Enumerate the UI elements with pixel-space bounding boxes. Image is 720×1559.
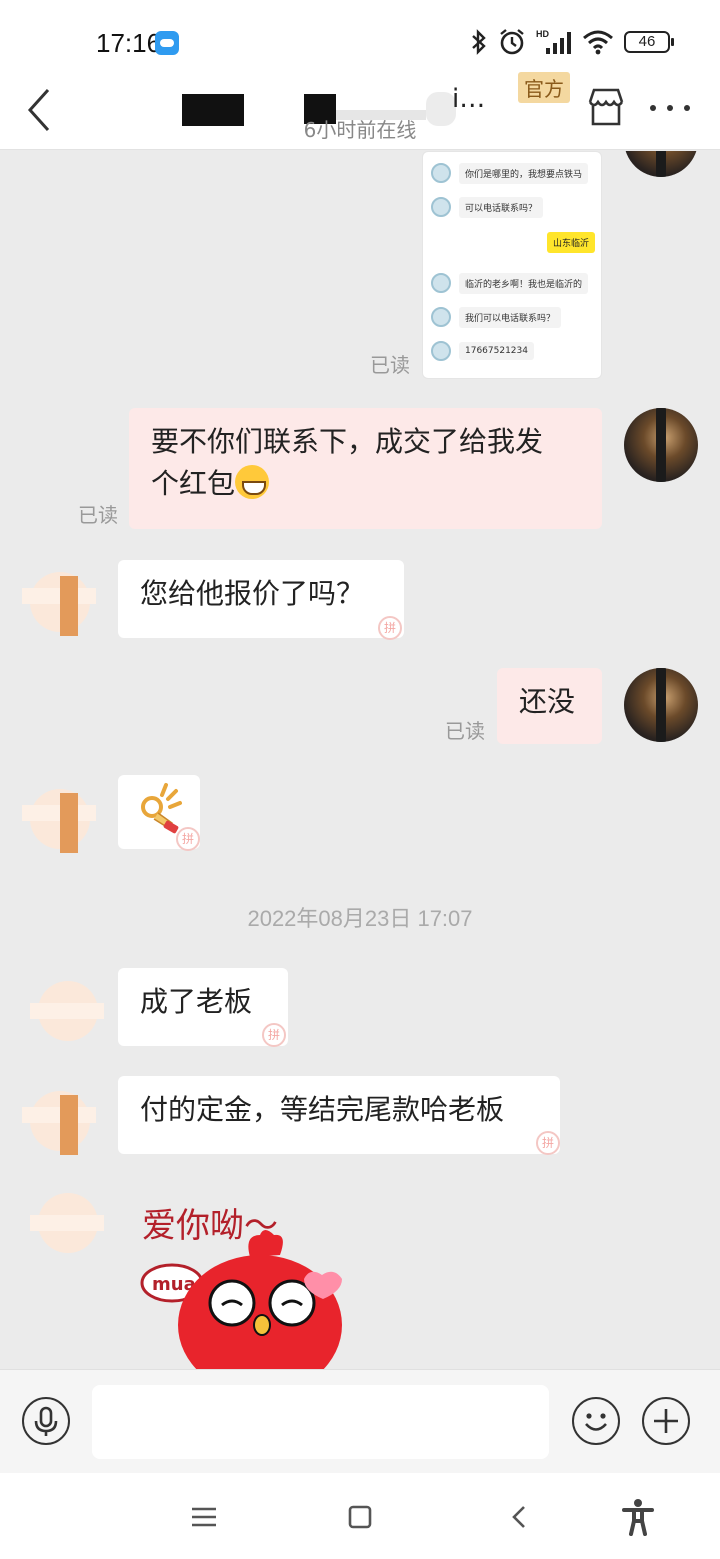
voice-input-button[interactable] [22, 1397, 70, 1445]
home-icon[interactable] [342, 1501, 378, 1533]
chat-messages[interactable]: 你们是哪里的，我想要点铁马 可以电话联系吗？ 山东临沂 临沂的老乡啊！我也是临沂… [0, 151, 720, 1369]
wifi-icon [583, 30, 613, 55]
watermark-icon: 拼 [262, 1023, 286, 1047]
smiley-icon [585, 1413, 607, 1431]
list-item: 可以电话联系吗？ [431, 194, 544, 220]
contact-avatar[interactable] [30, 973, 104, 1047]
contact-avatar[interactable] [22, 564, 96, 638]
read-receipt: 已读 [370, 353, 410, 377]
official-badge: 官方 [518, 72, 570, 103]
message-bubble[interactable]: 付的定金，等结完尾款哈老板 [118, 1076, 560, 1154]
my-avatar[interactable] [624, 668, 698, 742]
avatar [431, 273, 451, 293]
avatar [431, 163, 451, 183]
status-time: 17:16 [96, 28, 162, 58]
avatar [431, 341, 451, 361]
avatar [431, 197, 451, 217]
message-bubble[interactable]: 还没 [497, 668, 602, 744]
status-icons: HD 46 [470, 26, 674, 58]
image-message[interactable]: 你们是哪里的，我想要点铁马 可以电话联系吗？ 山东临沂 临沂的老乡啊！我也是临沂… [422, 151, 602, 379]
status-bar: 17:16 HD 46 [0, 0, 720, 80]
red-bird-sticker-icon: 爱你呦～ mua [140, 1206, 342, 1369]
read-receipt: 已读 [445, 719, 485, 743]
emoji-button[interactable] [572, 1397, 620, 1445]
grin-emoji-icon [235, 465, 270, 499]
message-text: 您给他报价了吗？ [140, 577, 365, 610]
store-icon[interactable] [585, 86, 627, 128]
message-timestamp: 2022年08月23日 17:07 [247, 906, 473, 931]
watermark-icon: 拼 [176, 827, 200, 851]
chat-title: i… [452, 84, 486, 114]
my-avatar[interactable] [624, 151, 698, 177]
message-input[interactable] [92, 1385, 549, 1459]
contact-avatar[interactable] [22, 1083, 96, 1157]
system-navigation-bar [0, 1473, 720, 1559]
read-receipt: 已读 [78, 503, 118, 527]
message-text: 个红包 [151, 467, 236, 500]
message-bubble[interactable]: 要不你们联系下，成交了给我发 个红包 [129, 408, 602, 529]
accessibility-icon[interactable] [618, 1497, 658, 1537]
list-item: 你们是哪里的，我想要点铁马 [431, 160, 589, 186]
cloud-icon [155, 31, 179, 55]
bluetooth-icon [472, 29, 486, 55]
signal-icon: HD [536, 29, 571, 54]
input-bar [0, 1369, 720, 1473]
more-icon[interactable] [648, 96, 692, 120]
watermark-icon: 拼 [536, 1131, 560, 1155]
message-text: 还没 [519, 685, 576, 718]
message-bubble[interactable]: 您给他报价了吗？ [118, 560, 404, 638]
list-item: 临沂的老乡啊！我也是临沂的 [431, 270, 589, 296]
svg-text:HD: HD [536, 29, 549, 39]
back-nav-icon[interactable] [502, 1501, 538, 1533]
plus-icon [654, 1409, 678, 1433]
list-item: 17667521234 [431, 338, 534, 364]
microphone-icon [34, 1406, 58, 1436]
battery-icon: 46 [624, 31, 674, 53]
contact-avatar[interactable] [22, 781, 96, 855]
message-text: 要不你们联系下，成交了给我发 [151, 425, 544, 458]
list-item: 我们可以电话联系吗？ [431, 304, 562, 330]
watermark-icon: 拼 [378, 616, 402, 640]
menu-icon[interactable] [186, 1501, 222, 1533]
love-sticker[interactable]: 爱你呦～ mua [132, 1195, 372, 1369]
message-text: 付的定金，等结完尾款哈老板 [140, 1093, 505, 1126]
alarm-icon [500, 29, 524, 55]
avatar [431, 307, 451, 327]
more-actions-button[interactable] [642, 1397, 690, 1445]
my-avatar[interactable] [624, 408, 698, 482]
contact-avatar[interactable] [30, 1185, 104, 1259]
list-item: 山东临沂 [546, 232, 595, 253]
message-text: 成了老板 [140, 985, 253, 1018]
